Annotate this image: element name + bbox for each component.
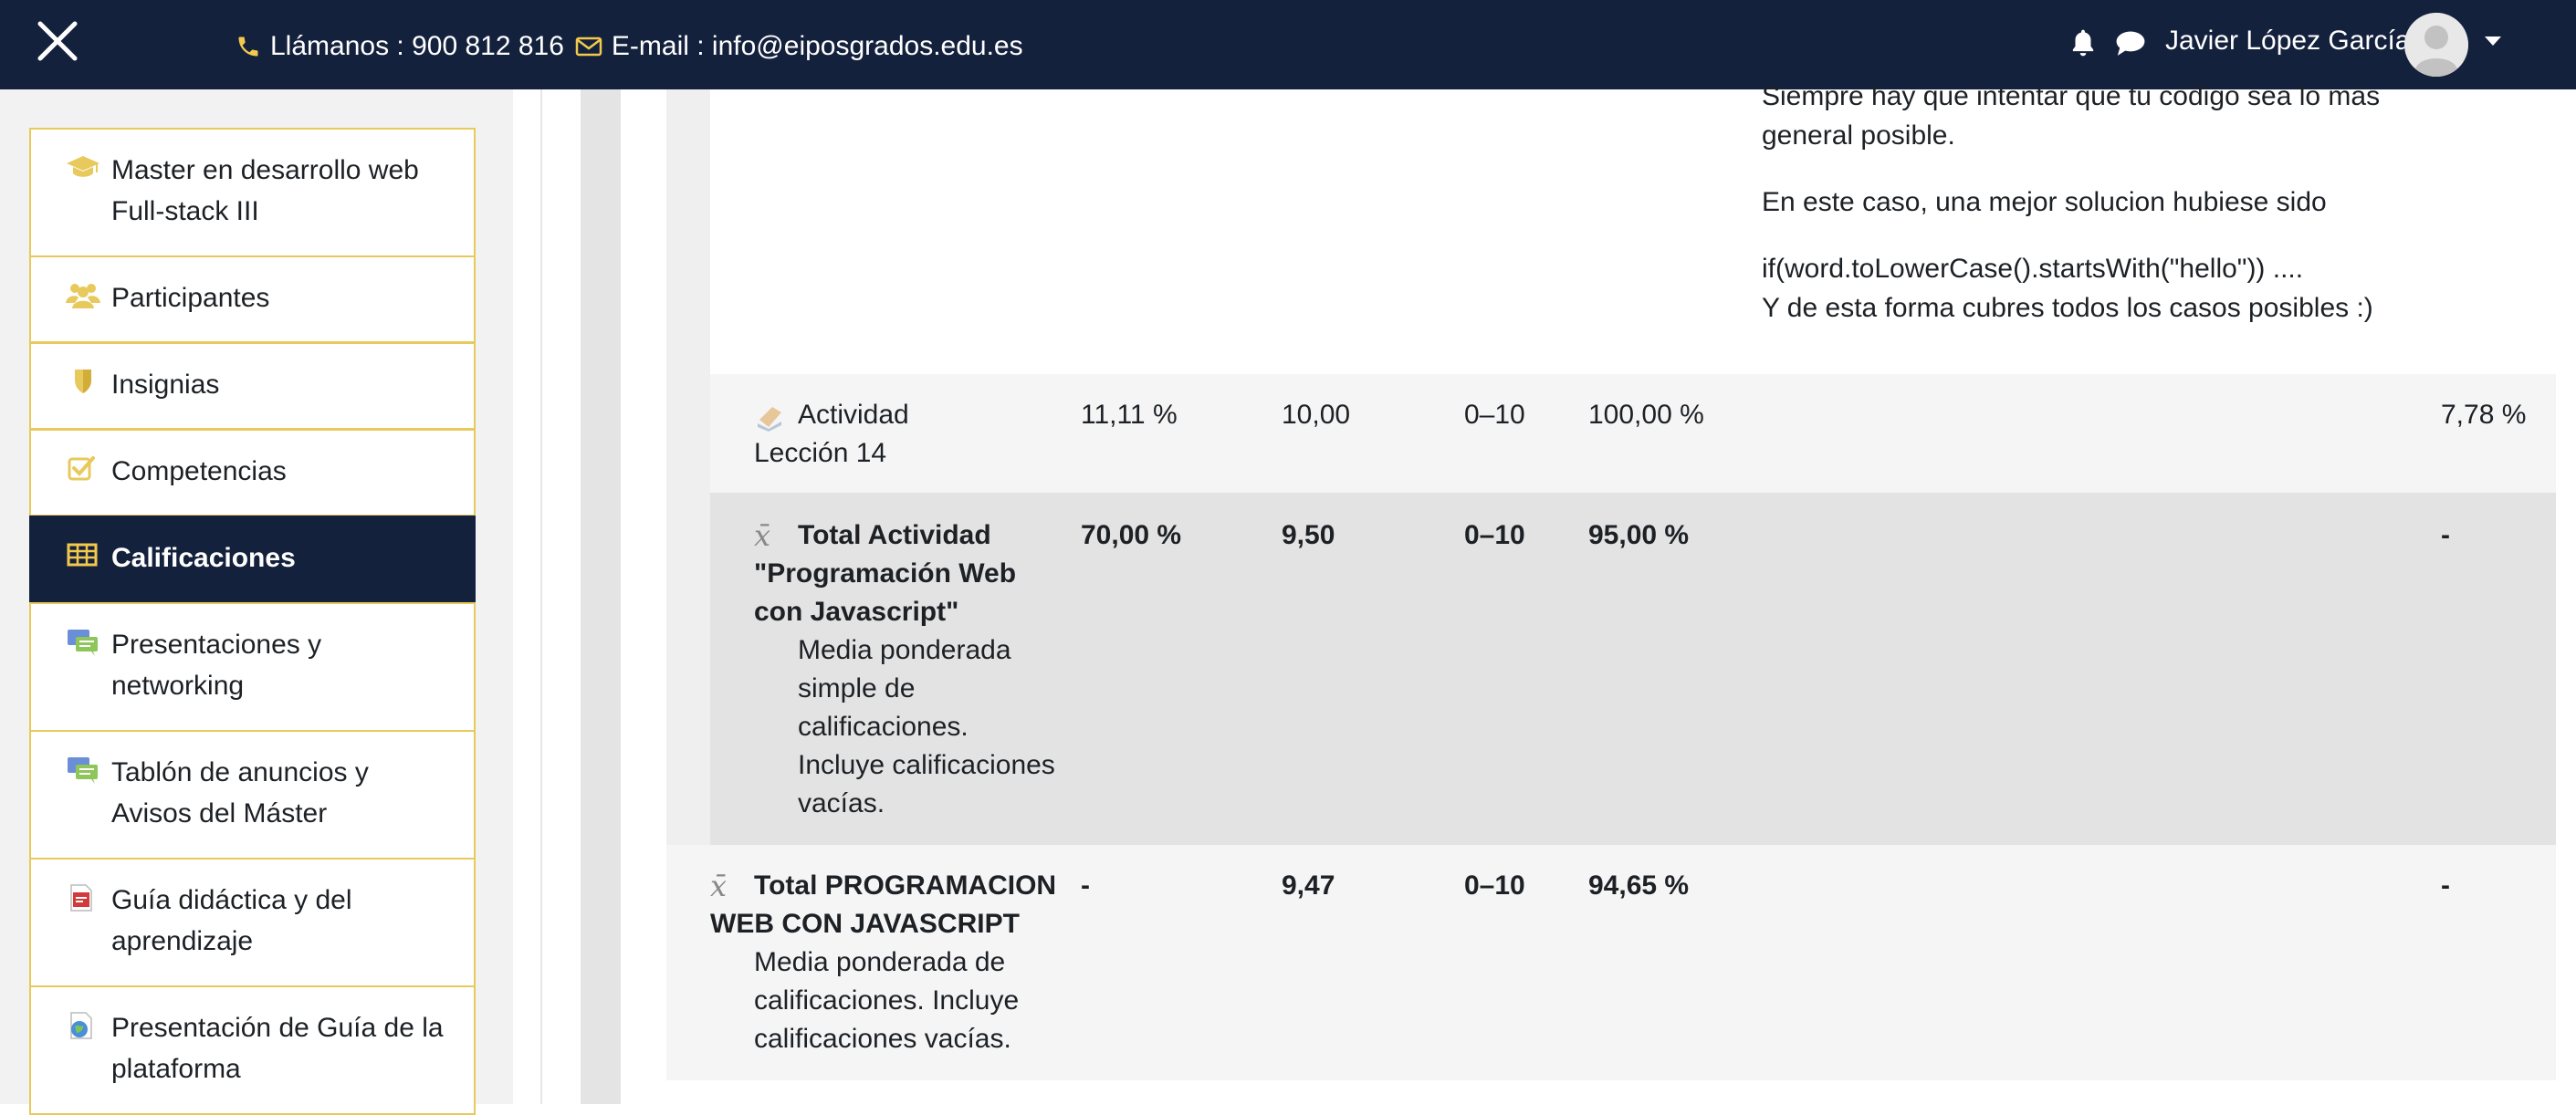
sidebar-item-insignias[interactable]: Insignias [29,342,476,430]
feedback-line: Y de esta forma cubres todos los casos p… [1762,293,2373,323]
weight-cell: 70,00 % [1081,520,1182,550]
bell-icon [2072,29,2094,57]
graduation-cap-icon [66,153,102,185]
close-drawer-button[interactable] [35,18,80,64]
grade-feedback: Siempre hay que intentar que tu código s… [1762,77,2419,355]
percentage-cell: 94,65 % [1588,870,1690,901]
feedback-line: En este caso, una mejor solucion hubiese… [1762,187,2327,217]
grade-cell: 9,47 [1282,870,1335,901]
user-name[interactable]: Javier López García [2165,26,2410,57]
sidebar-item-label: Competencias [111,456,287,486]
weight-cell: 11,11 % [1081,400,1178,430]
sidebar-item-presentaciones[interactable]: Presentaciones y networking [29,602,476,732]
sidebar-item-label: Master en desarrollo web Full-stack III [111,155,419,226]
sidebar-item-label: Calificaciones [111,543,296,573]
grade-item-link[interactable]: Actividad Lección 14 [754,396,1010,473]
range-cell: 0–10 [1464,400,1525,430]
shield-icon [66,368,102,400]
phone-label: Llámanos : 900 812 816 [270,31,564,61]
table-indent [666,89,710,845]
feedback-code-line: if(word.toLowerCase().startsWith("hello"… [1762,254,2304,284]
sidebar-item-label: Guía didáctica y del aprendizaje [111,885,352,956]
sidebar-item-competencias[interactable]: Competencias [29,429,476,516]
weight-cell: - [1081,870,1090,901]
avatar[interactable] [2404,13,2468,77]
pdf-icon [66,883,102,917]
course-total-label: Total PROGRAMACION WEB CON JAVASCRIPT [710,870,1057,939]
chat-bubble-icon [2116,31,2145,56]
sidebar-item-tablon[interactable]: Tablón de anuncios y Avisos del Máster [29,730,476,860]
sidebar-item-label: Participantes [111,283,270,313]
contribution-cell: 7,78 % [2441,400,2527,430]
email-label[interactable]: E-mail : info@eiposgrados.edu.es [612,31,1023,62]
range-cell: 0–10 [1464,870,1525,901]
messages-button[interactable] [2114,29,2147,63]
range-cell: 0–10 [1464,520,1525,550]
envelope-icon [575,36,602,57]
forum-icon [66,755,102,789]
sidebar-item-course[interactable]: Master en desarrollo web Full-stack III [29,128,476,257]
sidebar-item-guia-plataforma[interactable]: Presentación de Guía de la plataforma [29,985,476,1115]
forum-icon [66,628,102,662]
contribution-cell: - [2441,520,2450,550]
sidebar-item-calificaciones[interactable]: Calificaciones [29,516,476,603]
user-avatar-icon [2404,13,2468,77]
notifications-button[interactable] [2068,27,2098,63]
percentage-cell: 100,00 % [1588,400,1704,430]
sidebar-item-label: Presentación de Guía de la plataforma [111,1013,444,1084]
users-icon [66,281,102,313]
grade-cell: 9,50 [1282,520,1335,550]
content-gutter [581,89,621,1104]
sidebar-item-guia-didactica[interactable]: Guía didáctica y del aprendizaje [29,858,476,987]
divider [540,89,542,1104]
category-total-label: Total Actividad "Programación Web con Ja… [754,520,1017,627]
close-icon [37,21,78,61]
user-menu-caret-icon[interactable] [2485,36,2501,46]
percentage-cell: 95,00 % [1588,520,1690,550]
sidebar-item-participantes[interactable]: Participantes [29,255,476,343]
feedback-line: Siempre hay que intentar que tu código s… [1762,81,2381,151]
sidebar-item-label: Tablón de anuncios y Avisos del Máster [111,757,369,828]
grade-cell: 10,00 [1282,400,1351,430]
checkbox-icon [66,454,102,486]
aggregation-description: Media ponderada simple de calificaciones… [798,635,1055,818]
contribution-cell: - [2441,870,2450,901]
table-icon [66,541,102,573]
aggregation-description: Media ponderada de calificaciones. Inclu… [754,947,1020,1054]
contact-info: Llámanos : 900 812 816 E-mail : info@eip… [236,31,1031,62]
globe-icon [66,1011,102,1045]
sidebar-item-label: Insignias [111,370,220,400]
sidebar-item-label: Presentaciones y networking [111,630,322,701]
phone-icon [238,36,258,57]
